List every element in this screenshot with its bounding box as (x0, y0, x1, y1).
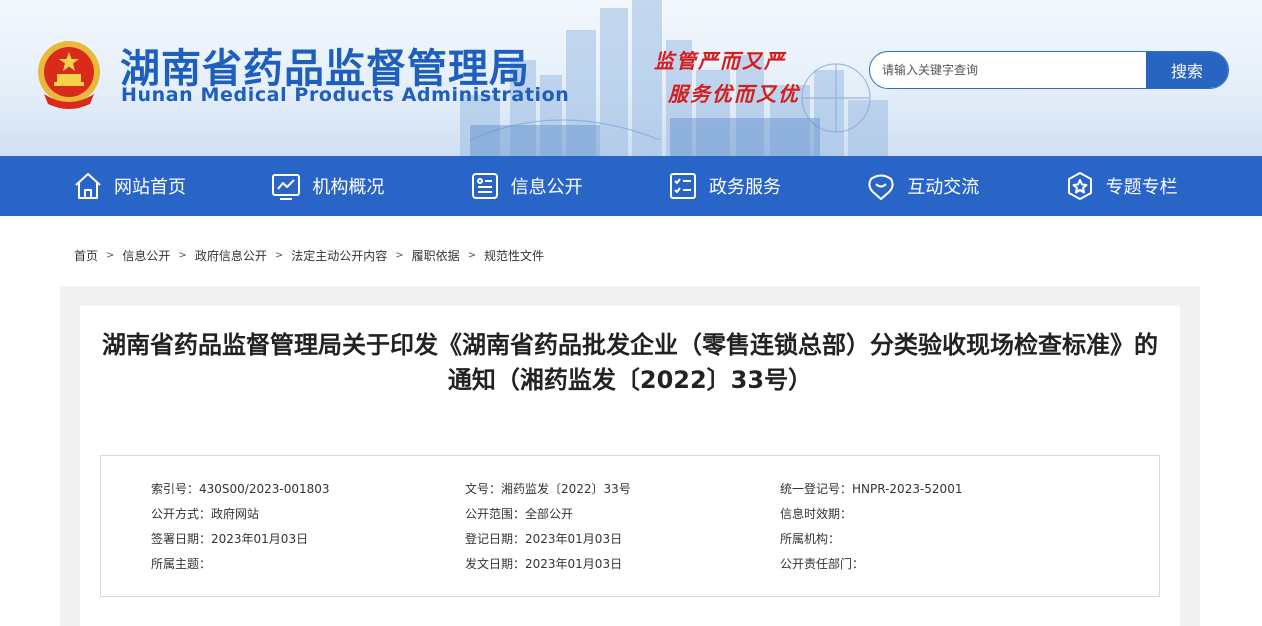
nav-item-label: 政务服务 (708, 177, 781, 198)
metadata-organization: 所属机构： (780, 532, 841, 546)
breadcrumb-item-statutory[interactable]: 法定主动公开内容 (291, 247, 387, 264)
chevron-right-icon: > (467, 250, 477, 261)
nav-item-label: 信息公开 (510, 177, 583, 198)
main-nav: 网站首页 机构概况 信息公开 政务服务 互动交流 专题专栏 (0, 156, 1262, 216)
nav-item-info[interactable]: 信息公开 (469, 156, 667, 216)
article-panel: 湖南省药品监督管理局关于印发《湖南省药品批发企业（零售连锁总部）分类验收现场检查… (80, 306, 1180, 626)
nav-item-label: 网站首页 (114, 177, 186, 198)
nav-item-label: 互动交流 (907, 177, 980, 198)
search-button[interactable]: 搜索 (1146, 52, 1228, 88)
metadata-index-number: 索引号：430S00/2023-001803 (151, 482, 330, 496)
search-input[interactable] (870, 52, 1148, 88)
metadata-validity: 信息时效期： (780, 507, 853, 521)
chevron-right-icon: > (106, 250, 115, 261)
breadcrumb-item-normative-docs[interactable]: 规范性文件 (484, 247, 544, 264)
breadcrumb-item-duty-basis[interactable]: 履职依据 (412, 247, 460, 264)
national-emblem-logo (38, 41, 100, 109)
metadata-publish-method: 公开方式：政府网站 (151, 507, 260, 521)
breadcrumb: 首页 > 信息公开 > 政府信息公开 > 法定主动公开内容 > 履职依据 > 规… (74, 247, 544, 264)
breadcrumb-item-info[interactable]: 信息公开 (122, 247, 170, 264)
home-icon (72, 170, 104, 202)
article-title: 湖南省药品监督管理局关于印发《湖南省药品批发企业（零售连锁总部）分类验收现场检查… (102, 331, 1158, 394)
metadata-issue-date: 发文日期：2023年01月03日 (465, 557, 623, 571)
nav-item-label: 专题专栏 (1105, 177, 1178, 198)
site-header: 湖南省药品监督管理局 Hunan Medical Products Admini… (0, 0, 1262, 156)
search-box: 搜索 (869, 51, 1229, 89)
nav-item-home[interactable]: 网站首页 (72, 156, 270, 216)
metadata-document-number: 文号：湘药监发〔2022〕33号 (465, 482, 631, 496)
metadata-row: 公开方式：政府网站 公开范围：全部公开 信息时效期： (101, 505, 1161, 525)
metadata-registration-date: 登记日期：2023年01月03日 (465, 532, 623, 546)
metadata-row: 签署日期：2023年01月03日 登记日期：2023年01月03日 所属机构： (101, 530, 1161, 550)
metadata-publish-scope: 公开范围：全部公开 (465, 507, 574, 521)
nav-item-label: 机构概况 (312, 177, 385, 198)
metadata-topic: 所属主题： (151, 557, 212, 571)
nav-item-interaction[interactable]: 互动交流 (865, 156, 1063, 216)
breadcrumb-item-home[interactable]: 首页 (74, 247, 98, 264)
breadcrumb-item-gov-info[interactable]: 政府信息公开 (195, 247, 267, 264)
star-badge-icon (1064, 170, 1096, 202)
metadata-responsible-dept: 公开责任部门： (780, 557, 865, 571)
nav-item-about[interactable]: 机构概况 (270, 156, 468, 216)
slogan-line-1: 监管严而又严 (654, 49, 786, 73)
nav-item-services[interactable]: 政务服务 (667, 156, 865, 216)
document-metadata-table: 索引号：430S00/2023-001803 文号：湘药监发〔2022〕33号 … (100, 455, 1160, 597)
chevron-right-icon: > (178, 250, 187, 261)
metadata-signing-date: 签署日期：2023年01月03日 (151, 532, 309, 546)
chat-bubbles-icon (865, 170, 897, 202)
chevron-right-icon: > (395, 250, 404, 261)
metadata-registration-number: 统一登记号：HNPR-2023-52001 (780, 482, 963, 496)
checklist-icon (667, 170, 699, 202)
chart-monitor-icon (270, 170, 302, 202)
slogan-line-2: 服务优而又优 (668, 82, 800, 106)
site-subtitle: Hunan Medical Products Administration (121, 84, 570, 106)
nav-item-topics[interactable]: 专题专栏 (1064, 156, 1262, 216)
info-board-icon (469, 170, 501, 202)
metadata-row: 所属主题： 发文日期：2023年01月03日 公开责任部门： (101, 555, 1161, 575)
chevron-right-icon: > (274, 250, 284, 261)
metadata-row: 索引号：430S00/2023-001803 文号：湘药监发〔2022〕33号 … (101, 480, 1161, 500)
